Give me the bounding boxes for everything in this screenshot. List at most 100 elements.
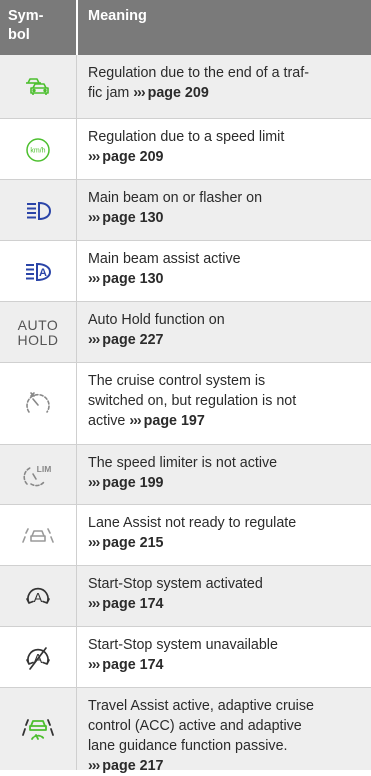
- row-meaning: The speed limiter is not active ››› page …: [88, 453, 361, 493]
- page-reference-link[interactable]: ››› page 174: [88, 596, 164, 612]
- meaning-line: ››› page 215: [88, 533, 361, 553]
- page-reference-link[interactable]: ››› page 215: [88, 535, 164, 551]
- page-reference-link[interactable]: ››› page 197: [129, 413, 205, 429]
- meaning-line: Travel Assist active, adaptive cruise: [88, 698, 314, 714]
- reference-arrows: ›››: [88, 210, 100, 226]
- lane-assist-icon: [0, 505, 76, 566]
- meaning-line: The speed limiter is not active: [88, 455, 278, 471]
- assist-letter: A: [39, 267, 47, 279]
- meaning-line: control (ACC) active and adaptive: [88, 718, 302, 734]
- meaning-line: fic jam ››› page 209: [88, 83, 361, 103]
- start-stop-unavailable-icon: A: [0, 627, 76, 688]
- row-meaning: Lane Assist not ready to regulate ››› pag…: [88, 513, 361, 553]
- auto-hold-line-1: AUTO: [17, 316, 59, 333]
- traffic-jam-cars-icon: [0, 55, 76, 119]
- column-divider: [76, 566, 77, 627]
- speed-limit-unit: km/h: [30, 147, 45, 154]
- meaning-line: ››› page 209: [88, 147, 361, 167]
- page-number: page 130: [102, 271, 164, 287]
- header-divider: [76, 0, 78, 55]
- column-divider: [76, 241, 77, 302]
- column-divider: [76, 505, 77, 566]
- cruise-control-icon: [0, 363, 76, 445]
- page-reference-link[interactable]: ››› page 209: [133, 85, 209, 101]
- symbol-table: Sym- bol Meaning Regulation due to the e…: [0, 0, 371, 774]
- main-beam-icon: [0, 180, 76, 241]
- start-stop-letter: A: [34, 590, 43, 605]
- row-meaning: Start-Stop system unavailable ››› page 17…: [88, 635, 361, 675]
- reference-arrows: ›››: [88, 657, 100, 673]
- column-divider: [76, 119, 77, 180]
- meaning-column-header: Meaning: [88, 8, 147, 24]
- meaning-text: active: [88, 413, 126, 429]
- meaning-line: ››› page 227: [88, 330, 361, 350]
- page-number: page 215: [102, 535, 164, 551]
- meaning-line: ››› page 130: [88, 208, 361, 228]
- meaning-line: ››› page 199: [88, 473, 361, 493]
- auto-hold-line-2: HOLD: [17, 331, 59, 348]
- page-reference-link[interactable]: ››› page 227: [88, 332, 164, 348]
- meaning-text: fic jam: [88, 85, 130, 101]
- reference-arrows: ›››: [88, 271, 100, 287]
- meaning-line: lane guidance function passive.: [88, 738, 288, 754]
- reference-arrows: ›››: [88, 758, 100, 774]
- row-meaning: Main beam assist active ››› page 130: [88, 249, 361, 289]
- symbol-header-line-2: bol: [8, 27, 30, 43]
- meaning-line: Start-Stop system activated: [88, 576, 263, 592]
- meaning-line: Start-Stop system unavailable: [88, 637, 278, 653]
- table-row: Regulation due to the end of a traf- fic…: [0, 55, 371, 119]
- page-number: page 209: [147, 85, 209, 101]
- table-row: LIM The speed limiter is not active ››› p…: [0, 445, 371, 505]
- page-reference-link[interactable]: ››› page 130: [88, 210, 164, 226]
- reference-arrows: ›››: [88, 332, 100, 348]
- column-divider: [76, 445, 77, 505]
- row-meaning: Start-Stop system activated ››› page 174: [88, 574, 361, 614]
- reference-arrows: ›››: [88, 596, 100, 612]
- speed-limiter-icon: LIM: [0, 445, 76, 505]
- reference-arrows: ›››: [88, 149, 100, 165]
- table-row: A Start-Stop system activated ››› page 17…: [0, 566, 371, 627]
- reference-arrows: ›››: [133, 85, 145, 101]
- page-reference-link[interactable]: ››› page 174: [88, 657, 164, 673]
- meaning-line: Regulation due to the end of a traf-: [88, 65, 309, 81]
- column-divider: [76, 180, 77, 241]
- page-number: page 174: [102, 657, 164, 673]
- speed-limit-kmh-icon: km/h: [0, 119, 76, 180]
- meaning-line: ››› page 174: [88, 655, 361, 675]
- page-reference-link[interactable]: ››› page 217: [88, 758, 164, 774]
- meaning-line: ››› page 174: [88, 594, 361, 614]
- page-reference-link[interactable]: ››› page 209: [88, 149, 164, 165]
- meaning-line: Main beam assist active: [88, 251, 241, 267]
- meaning-line: Lane Assist not ready to regulate: [88, 515, 297, 531]
- reference-arrows: ›››: [129, 413, 141, 429]
- page-number: page 227: [102, 332, 164, 348]
- meaning-line: Auto Hold function on: [88, 312, 225, 328]
- meaning-line: Regulation due to a speed limit: [88, 129, 285, 145]
- table-row: Travel Assist active, adaptive cruise co…: [0, 688, 371, 774]
- page-number: page 197: [143, 413, 205, 429]
- reference-arrows: ›››: [88, 535, 100, 551]
- auto-hold-label: AUTO HOLD: [17, 316, 59, 348]
- column-divider: [76, 55, 77, 119]
- row-meaning: Regulation due to a speed limit ››› page …: [88, 127, 361, 167]
- row-meaning: Regulation due to the end of a traf- fic…: [88, 63, 361, 103]
- page-number: page 209: [102, 149, 164, 165]
- column-divider: [76, 688, 77, 770]
- symbol-column-header: Sym- bol: [8, 7, 72, 45]
- table-row: AUTO HOLD Auto Hold function on ››› page …: [0, 302, 371, 363]
- column-divider: [76, 302, 77, 363]
- table-row: km/h Regulation due to a speed limit ›››…: [0, 119, 371, 180]
- symbol-header-line-1: Sym-: [8, 8, 44, 24]
- auto-hold-icon: AUTO HOLD: [0, 302, 76, 363]
- table-row: Main beam on or flasher on ››› page 130: [0, 180, 371, 241]
- row-meaning: The cruise control system is switched on…: [88, 371, 361, 431]
- page-reference-link[interactable]: ››› page 130: [88, 271, 164, 287]
- row-meaning: Main beam on or flasher on ››› page 130: [88, 188, 361, 228]
- start-stop-icon: A: [0, 566, 76, 627]
- table-row: A Main beam assist active ››› page 130: [0, 241, 371, 302]
- travel-assist-icon: [0, 688, 76, 770]
- meaning-line: ››› page 217: [88, 756, 361, 776]
- table-row: Lane Assist not ready to regulate ››› pag…: [0, 505, 371, 566]
- page-number: page 174: [102, 596, 164, 612]
- page-reference-link[interactable]: ››› page 199: [88, 475, 164, 491]
